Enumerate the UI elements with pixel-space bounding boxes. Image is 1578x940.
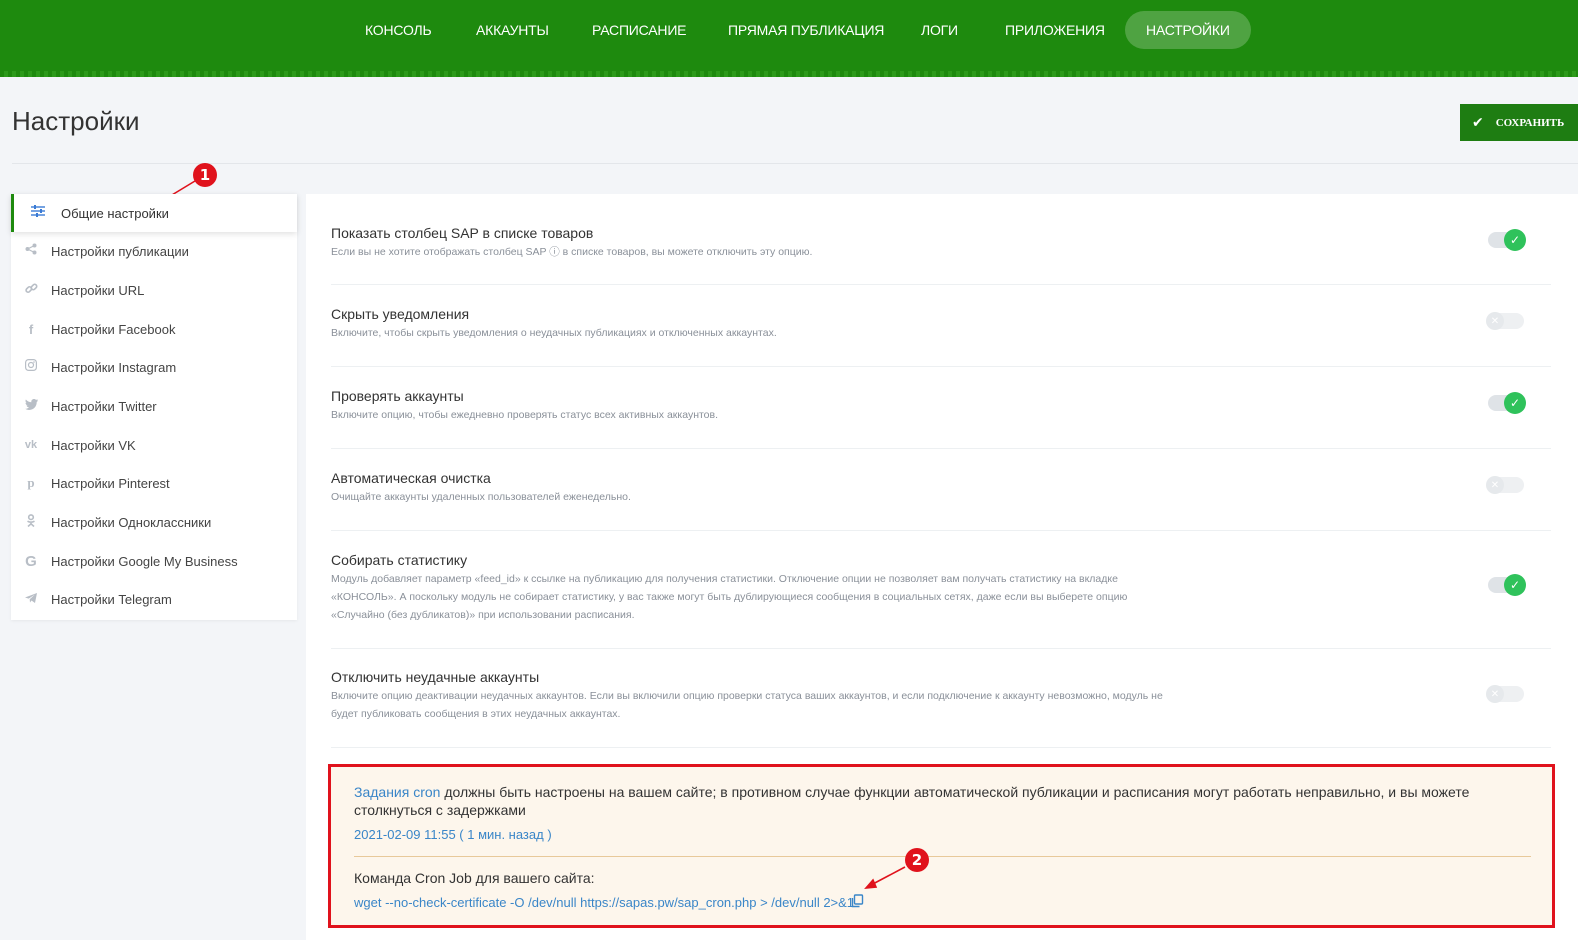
setting-title: Собирать статистику [331,552,468,568]
sidebar-item-label: Общие настройки [61,205,169,221]
link-icon [11,282,51,299]
setting-description: Включите опцию деактивации неудачных акк… [331,690,1163,702]
setting-description: Очищайте аккаунты удаленных пользователе… [331,491,631,503]
cron-jobs-link[interactable]: Задания cron [354,784,440,800]
cron-notice: Задания cron должны быть настроены на ва… [328,764,1555,928]
sidebar-item-facebook[interactable]: f Настройки Facebook [11,310,297,348]
sidebar-item-twitter[interactable]: Настройки Twitter [11,387,297,425]
google-icon: G [25,552,37,570]
sidebar-item-google-my-business[interactable]: G Настройки Google My Business [11,542,297,580]
sidebar-item-vk[interactable]: vk Настройки VK [11,426,297,464]
sidebar-item-label: Настройки VK [51,437,136,453]
setting-description: «Случайно (без дубликатов)» при использо… [331,609,635,621]
sidebar-item-label: Настройки Pinterest [51,475,170,491]
check-icon: ✓ [1504,229,1526,251]
setting-row-auto-cleanup: Автоматическая очистка Очищайте аккаунты… [331,449,1551,531]
nav-item-console[interactable]: КОНСОЛЬ [344,11,453,49]
share-icon [11,243,51,259]
nav-item-direct-publish[interactable]: ПРЯМАЯ ПУБЛИКАЦИЯ [707,11,905,49]
setting-title: Показать столбец SAP в списке товаров [331,225,594,241]
setting-row-collect-statistics: Собирать статистику Модуль добавляет пар… [331,531,1551,649]
toggle-sap-column[interactable]: ✓ [1488,229,1526,251]
instagram-icon [11,359,51,375]
setting-description: Включите опцию, чтобы ежедневно проверят… [331,409,719,421]
sidebar-item-publishing[interactable]: Настройки публикации [11,232,297,270]
sidebar-item-label: Настройки Одноклассники [51,514,212,530]
vk-icon: vk [24,439,38,451]
save-button-label: СОХРАНИТЬ [1495,116,1565,129]
nav-bottom-border [0,71,1578,77]
toggle-check-accounts[interactable]: ✓ [1488,392,1526,414]
header-divider [12,163,1578,164]
sidebar-item-label: Настройки Telegram [51,591,172,607]
toggle-hide-notifications[interactable]: ✕ [1486,312,1524,330]
setting-title: Автоматическая очистка [331,470,491,486]
setting-title: Отключить неудачные аккаунты [331,669,540,685]
sidebar-item-label: Настройки Facebook [51,321,176,337]
x-icon: ✕ [1486,685,1504,703]
odnoklassniki-icon [11,513,51,531]
sidebar-item-label: Настройки Google My Business [51,553,238,569]
pinterest-icon: p [27,475,35,490]
cron-message-text: должны быть настроены на вашем сайте; в … [354,784,1470,818]
cron-divider [354,856,1531,857]
copy-icon[interactable] [850,894,864,908]
setting-row-sap-column: Показать столбец SAP в списке товаров Ес… [331,194,1551,285]
cron-command[interactable]: wget --no-check-certificate -O /dev/null… [354,895,854,910]
setting-row-check-accounts: Проверять аккаунты Включите опцию, чтобы… [331,367,1551,449]
setting-description: «КОНСОЛЬ». А поскольку модуль не собирае… [331,591,1128,603]
cron-message: Задания cron должны быть настроены на ва… [354,783,1524,819]
toggle-auto-cleanup[interactable]: ✕ [1486,476,1524,494]
x-icon: ✕ [1486,312,1504,330]
sidebar-item-pinterest[interactable]: p Настройки Pinterest [11,464,297,502]
setting-row-hide-notifications: Скрыть уведомления Включите, чтобы скрыт… [331,285,1551,367]
cron-command-label: Команда Cron Job для вашего сайта: [354,870,595,886]
setting-title: Скрыть уведомления [331,306,470,322]
toggle-disable-failed-accounts[interactable]: ✕ [1486,685,1524,703]
annotation-badge-2: 2 [905,848,929,872]
setting-title: Проверять аккаунты [331,388,464,404]
top-navigation-bar: КОНСОЛЬ АККАУНТЫ РАСПИСАНИЕ ПРЯМАЯ ПУБЛИ… [0,0,1578,77]
twitter-icon [11,398,51,414]
checkmark-icon: ✔ [1472,114,1484,131]
sliders-icon [14,205,61,221]
sidebar-item-url[interactable]: Настройки URL [11,271,297,309]
check-icon: ✓ [1504,574,1526,596]
sidebar-item-label: Настройки Instagram [51,359,177,375]
sidebar-item-label: Настройки публикации [51,243,189,259]
x-icon: ✕ [1486,476,1504,494]
nav-item-accounts[interactable]: АККАУНТЫ [455,11,570,49]
sidebar-item-general[interactable]: Общие настройки [11,194,297,232]
setting-row-disable-failed-accounts: Отключить неудачные аккаунты Включите оп… [331,649,1551,748]
nav-item-apps[interactable]: ПРИЛОЖЕНИЯ [984,11,1126,49]
nav-item-schedule[interactable]: РАСПИСАНИЕ [571,11,707,49]
nav-item-settings[interactable]: НАСТРОЙКИ [1125,11,1251,49]
sidebar-item-telegram[interactable]: Настройки Telegram [11,580,297,618]
sidebar-item-label: Настройки Twitter [51,398,157,414]
save-button[interactable]: ✔ СОХРАНИТЬ [1460,104,1578,141]
settings-sidebar: Общие настройки Настройки публикации Нас… [11,194,297,620]
sidebar-item-odnoklassniki[interactable]: Настройки Одноклассники [11,503,297,541]
facebook-icon: f [28,321,34,337]
setting-description: Включите, чтобы скрыть уведомления о неу… [331,327,777,339]
setting-description: Если вы не хотите отображать столбец SAP… [331,246,813,258]
page-title: Настройки [12,106,140,136]
annotation-badge-1: 1 [193,163,217,187]
telegram-icon [11,592,51,607]
toggle-collect-statistics[interactable]: ✓ [1488,574,1526,596]
sidebar-item-label: Настройки URL [51,282,145,298]
setting-description: будет публиковать сообщения в этих неуда… [331,708,621,720]
nav-item-logs[interactable]: ЛОГИ [900,11,979,49]
setting-description: Модуль добавляет параметр «feed_id» к сс… [331,573,1118,585]
sidebar-item-instagram[interactable]: Настройки Instagram [11,348,297,386]
cron-last-run[interactable]: 2021-02-09 11:55 ( 1 мин. назад ) [354,827,552,842]
check-icon: ✓ [1504,392,1526,414]
